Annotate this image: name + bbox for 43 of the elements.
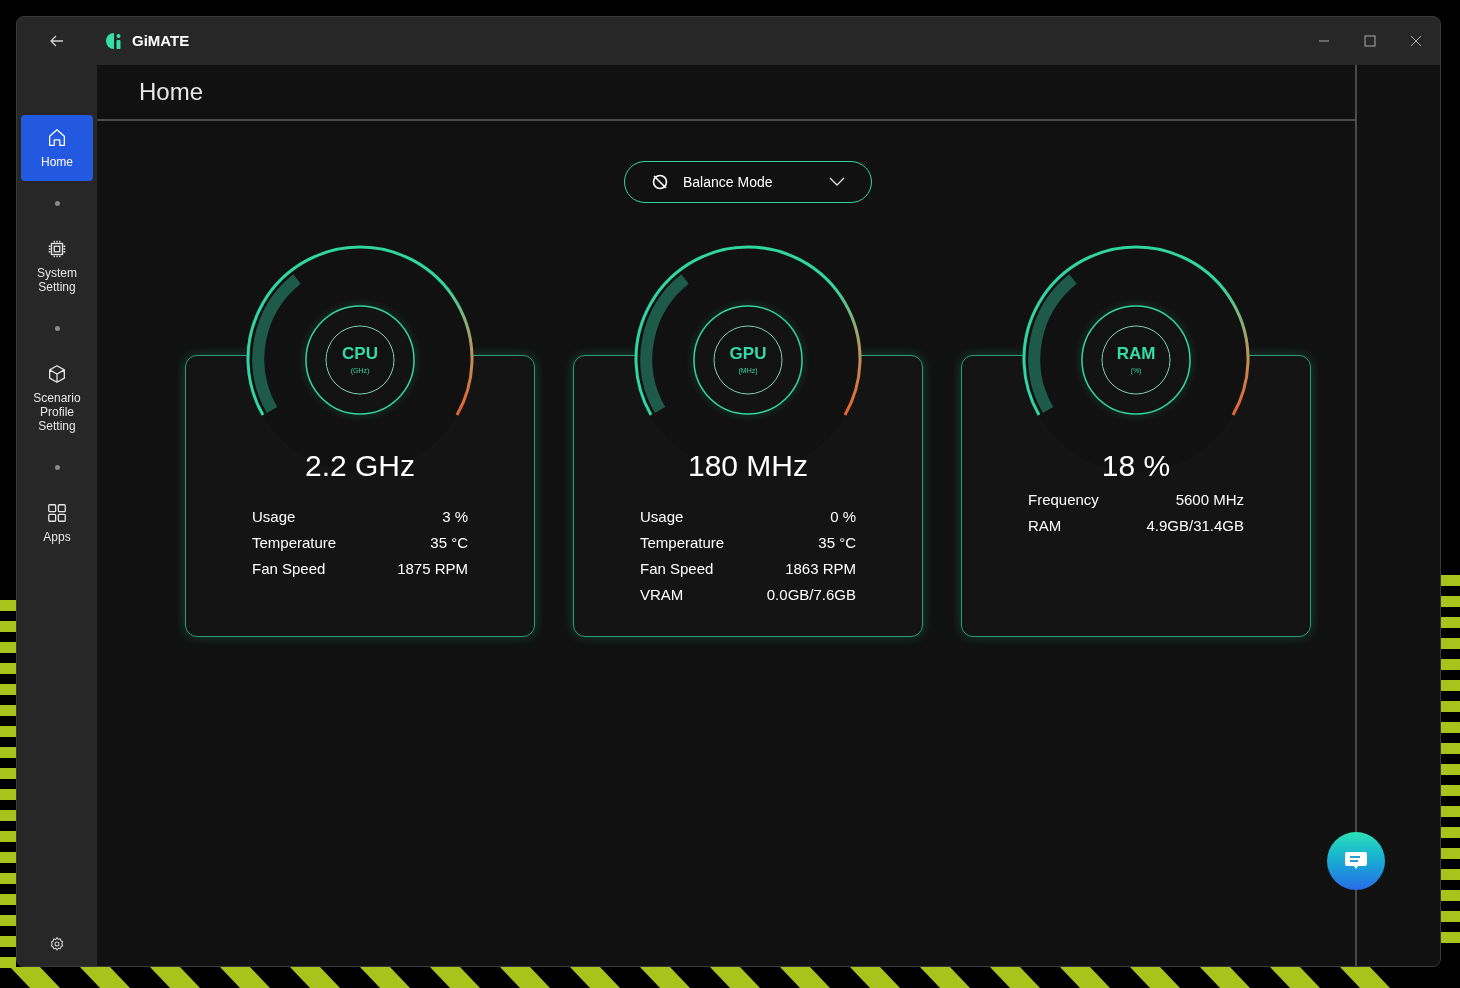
stat-value: 3 % bbox=[442, 507, 468, 527]
stat-label: Usage bbox=[252, 507, 296, 527]
chat-button[interactable] bbox=[1327, 832, 1385, 890]
stat-label: Temperature bbox=[640, 533, 725, 553]
stat-value: 35 °C bbox=[430, 533, 468, 553]
stat-value: 5600 MHz bbox=[1175, 490, 1244, 510]
stat-value: 0 % bbox=[830, 507, 856, 527]
gauge-label: RAM bbox=[1116, 345, 1156, 363]
back-arrow-icon[interactable] bbox=[49, 33, 65, 49]
gauge-label: CPU bbox=[342, 345, 378, 363]
stat-label: VRAM bbox=[640, 585, 684, 605]
sidebar-item[interactable]: Home bbox=[21, 115, 93, 181]
stat-value: 1863 RPM bbox=[785, 559, 856, 579]
monitor-value: 18 % bbox=[1101, 448, 1171, 484]
stat-value: 1875 RPM bbox=[397, 559, 468, 579]
chip-icon bbox=[46, 238, 68, 260]
mode-dropdown[interactable]: Balance Mode bbox=[624, 161, 872, 203]
stat-label: RAM bbox=[1028, 516, 1062, 536]
settings-icon[interactable] bbox=[49, 936, 65, 952]
sidebar-item[interactable]: System Setting bbox=[21, 226, 93, 306]
chevron-icon bbox=[829, 177, 845, 187]
mode-icon bbox=[651, 173, 669, 191]
stat-value: 4.9GB/31.4GB bbox=[1146, 516, 1244, 536]
stat-label: Fan Speed bbox=[640, 559, 714, 579]
stat-label: Temperature bbox=[252, 533, 337, 553]
stat-label: Frequency bbox=[1028, 490, 1099, 510]
monitor-value: 180 MHz bbox=[687, 448, 808, 484]
cube-icon bbox=[46, 363, 68, 385]
grid-icon bbox=[46, 502, 68, 524]
maximize-icon[interactable] bbox=[1364, 35, 1376, 47]
stat-label: Usage bbox=[640, 507, 684, 527]
sidebar-item[interactable]: Scenario Profile Setting bbox=[21, 351, 93, 445]
stat-value: 35 °C bbox=[818, 533, 856, 553]
app-name: GiMATE bbox=[132, 30, 190, 51]
close-icon[interactable] bbox=[1410, 35, 1422, 47]
stat-label: Fan Speed bbox=[252, 559, 326, 579]
logo-icon bbox=[105, 32, 123, 50]
sidebar-item[interactable]: Apps bbox=[21, 490, 93, 556]
monitor-value: 2.2 GHz bbox=[304, 448, 415, 484]
home-icon bbox=[46, 127, 68, 149]
gauge-label: GPU bbox=[729, 345, 767, 363]
page-title: Home bbox=[139, 77, 204, 107]
stat-value: 0.0GB/7.6GB bbox=[766, 585, 856, 605]
